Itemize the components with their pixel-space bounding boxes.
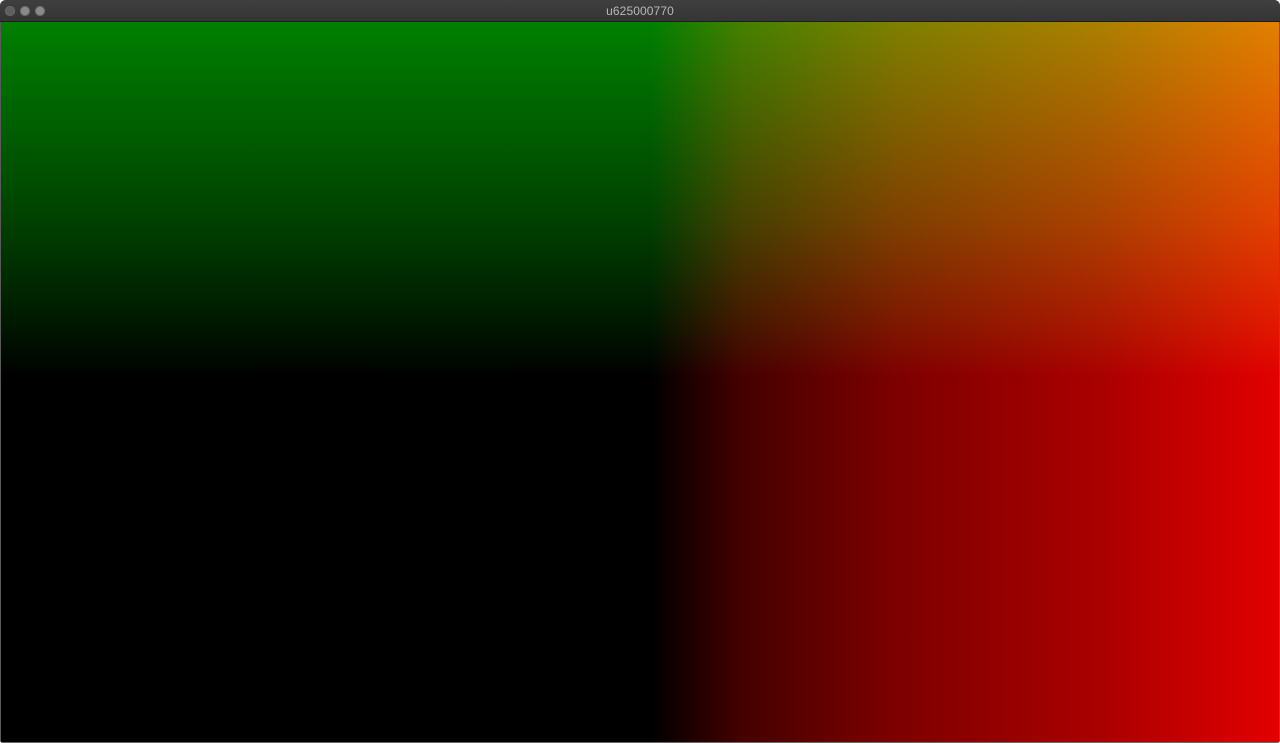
render-canvas[interactable] [1,22,1279,742]
green-gradient-layer [1,22,1279,742]
app-window: u625000770 [0,0,1280,743]
window-title: u625000770 [606,4,674,18]
title-bar[interactable]: u625000770 [0,0,1280,22]
